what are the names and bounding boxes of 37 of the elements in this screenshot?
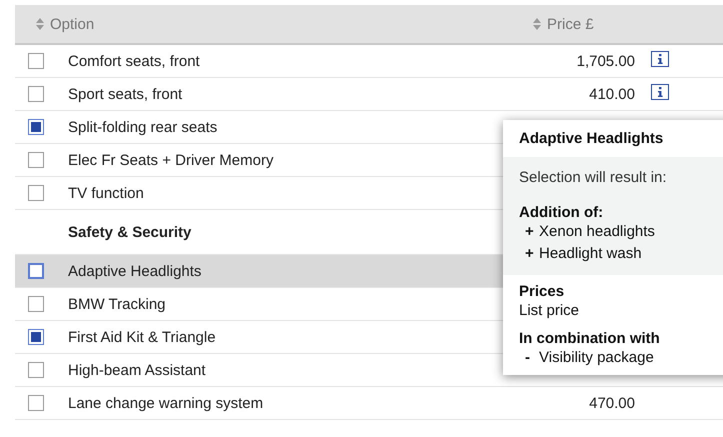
option-name: Elec Fr Seats + Driver Memory [68, 152, 274, 168]
checkbox[interactable] [28, 263, 44, 279]
price-column-header[interactable]: Price £ [533, 16, 723, 32]
checkbox[interactable] [28, 296, 44, 312]
price: 1,705.00 [576, 52, 635, 70]
section-heading: In combination with [519, 330, 661, 347]
sort-icon [533, 18, 541, 30]
checkbox[interactable] [28, 329, 44, 345]
option-name: Split-folding rear seats [68, 118, 218, 136]
info-icon[interactable] [651, 51, 669, 67]
sort-icon [36, 18, 44, 30]
checkbox[interactable] [28, 152, 44, 168]
option-name: Comfort seats, front [68, 52, 201, 70]
list-item: List price [519, 301, 580, 321]
option-name: Sport seats, front [68, 86, 184, 102]
option-name: Lane change warning system [68, 394, 264, 412]
option-name: TV function [68, 184, 145, 202]
tooltip-text: Selection will result in: [519, 169, 668, 186]
checkbox[interactable] [28, 86, 44, 102]
info-icon[interactable] [651, 84, 669, 100]
option-name: Adaptive Headlights [68, 262, 202, 280]
list-item: + Xenon headlights [524, 222, 656, 242]
checkbox[interactable] [28, 395, 44, 411]
checkbox[interactable] [28, 53, 44, 69]
category-heading: Safety & Security [68, 224, 192, 240]
price: 410.00 [589, 86, 635, 102]
checkbox[interactable] [28, 362, 44, 378]
price: 470.00 [589, 394, 635, 412]
tooltip-title: Adaptive Headlights [518, 129, 664, 149]
option-name: First Aid Kit & Triangle [68, 328, 217, 346]
checkbox[interactable] [28, 185, 44, 201]
option-name: BMW Tracking [68, 296, 167, 312]
option-name: High-beam Assistant [68, 362, 207, 378]
option-column-header[interactable]: Option [15, 16, 533, 32]
list-item: - Visibility package [524, 348, 655, 368]
checkbox[interactable] [28, 119, 44, 135]
section-heading: Addition of: [519, 204, 604, 221]
